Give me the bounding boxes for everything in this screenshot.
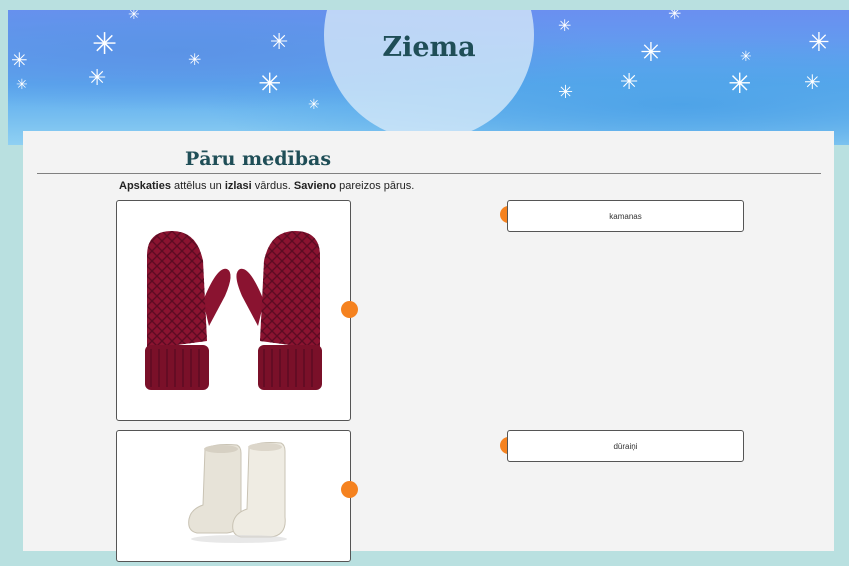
snowflake-icon: ✳ — [558, 82, 574, 103]
instruction-text: Apskaties attēlus un izlasi vārdus. Savi… — [119, 180, 415, 192]
snowflake-icon: ✳ — [740, 49, 752, 65]
snowflake-icon: ✳ — [270, 30, 289, 55]
image-card-felt-boots[interactable] — [116, 430, 351, 562]
snowflake-icon: ✳ — [188, 50, 202, 69]
moon-circle — [324, 10, 534, 140]
snowflake-icon: ✳ — [728, 67, 752, 100]
banner-title: Ziema — [382, 32, 476, 63]
word-label: dūraiņi — [613, 441, 638, 451]
snowflake-icon: ✳ — [88, 66, 107, 91]
title-divider — [37, 173, 821, 174]
snowflake-icon: ✳ — [258, 67, 282, 100]
snowflake-icon: ✳ — [128, 10, 140, 23]
snowflake-icon: ✳ — [804, 70, 821, 94]
match-dot-image-1[interactable] — [341, 301, 358, 318]
snowflake-icon: ✳ — [11, 48, 28, 72]
snowflake-icon: ✳ — [808, 28, 830, 58]
mittens-icon — [145, 231, 322, 390]
match-dot-image-2[interactable] — [341, 481, 358, 498]
word-label: kamanas — [609, 211, 642, 221]
activity-panel: Pāru medības Apskaties attēlus un izlasi… — [23, 131, 834, 562]
snowflake-icon: ✳ — [16, 77, 28, 93]
snowflake-icon: ✳ — [92, 27, 118, 62]
snowflake-icon: ✳ — [640, 38, 662, 68]
snowflake-icon: ✳ — [620, 70, 639, 95]
snowflake-icon: ✳ — [308, 97, 320, 113]
image-card-mittens[interactable] — [116, 200, 351, 421]
activity-title: Pāru medības — [185, 148, 332, 170]
header-banner: ✳ ✳ ✳ ✳ ✳ ✳ ✳ ✳ ✳ ✳ ✳ ✳ ✳ ✳ ✳ ✳ ✳ ✳ Ziem… — [8, 10, 849, 145]
snowflake-icon: ✳ — [558, 16, 572, 35]
word-card-1[interactable]: kamanas — [507, 200, 744, 232]
word-card-2[interactable]: dūraiņi — [507, 430, 744, 462]
snowflake-icon: ✳ — [668, 10, 682, 23]
felt-boots-icon — [188, 442, 287, 543]
